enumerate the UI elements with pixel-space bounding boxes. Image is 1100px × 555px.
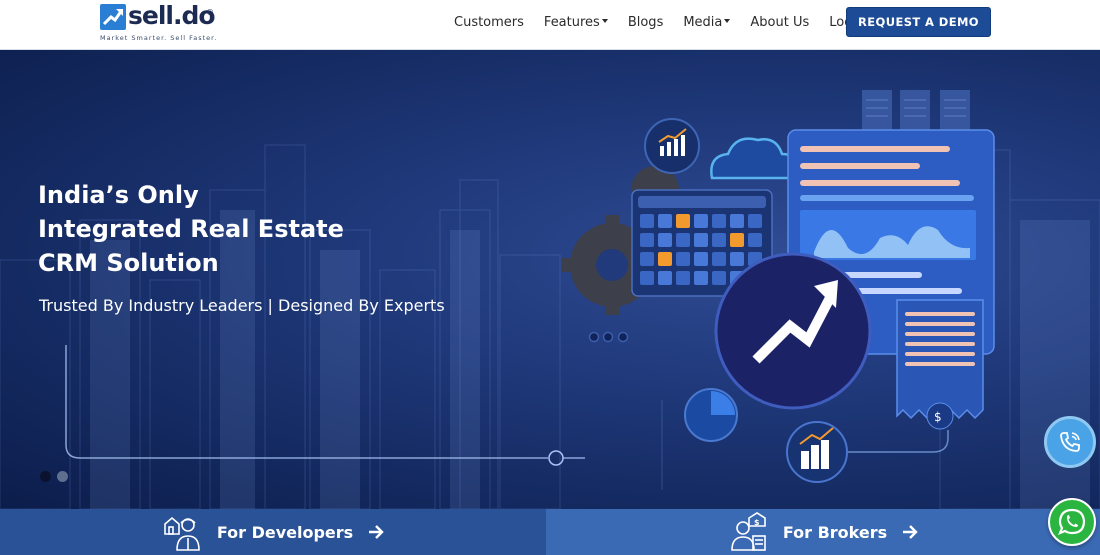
arrow-right-icon (903, 525, 918, 539)
nav-label: Customers (454, 14, 524, 30)
calendar-cell (694, 214, 708, 228)
calendar-cell (658, 214, 672, 228)
calendar-cell (640, 252, 654, 266)
broker-person-icon: $ (731, 512, 766, 551)
brand-tagline: Market Smarter. Sell Faster. (100, 34, 218, 42)
for-brokers-button[interactable]: $ For Brokers (546, 509, 1100, 555)
brand-logo[interactable]: sell.do ® Market Smarter. Sell Faster. (100, 1, 220, 44)
calendar-cell (640, 271, 654, 285)
developer-person-icon (164, 516, 200, 551)
slider-pagination (40, 471, 74, 482)
registered-mark: ® (206, 8, 214, 17)
calendar-cell (676, 214, 690, 228)
nav-item-features[interactable]: Features (544, 15, 608, 30)
calendar-cell (658, 252, 672, 266)
calendar-cell (676, 252, 690, 266)
calendar-cell (748, 214, 762, 228)
audience-bar: For Developers $ For Brokers (0, 509, 1100, 555)
hero-banner: $ India’s Only Integrated Real Estate CR… (0, 50, 1100, 509)
caret-down-icon (724, 19, 731, 23)
calendar-cell (676, 271, 690, 285)
hero-title-line: Integrated Real Estate (38, 215, 344, 243)
calendar-cell (658, 233, 672, 247)
calendar-cell (658, 271, 672, 285)
hero-title: India’s Only Integrated Real Estate CRM … (38, 178, 344, 280)
site-header: sell.do ® Market Smarter. Sell Faster. C… (0, 0, 1100, 50)
for-developers-label: For Developers (216, 522, 354, 542)
svg-text:$: $ (754, 518, 760, 527)
main-nav: Customers Features Blogs Media About Us … (454, 0, 884, 44)
calendar-cell (730, 233, 744, 247)
nav-item-media[interactable]: Media (683, 14, 731, 30)
slide-dot-1[interactable] (40, 471, 51, 482)
call-button[interactable] (1044, 416, 1096, 468)
calendar-cell (694, 252, 708, 266)
nav-label: About Us (750, 14, 810, 30)
for-brokers-label: For Brokers (782, 522, 888, 542)
calendar-cell (712, 271, 726, 285)
nav-item-about-us[interactable]: About Us (750, 15, 809, 30)
brand-name: sell.do (128, 1, 216, 30)
slide-dot-2[interactable] (57, 471, 68, 482)
hero-title-line: India’s Only (38, 181, 199, 209)
calendar-cell (694, 233, 708, 247)
nav-item-customers[interactable]: Customers (454, 15, 524, 30)
calendar-cell (712, 252, 726, 266)
phone-call-icon (1060, 432, 1080, 452)
calendar-cell (640, 233, 654, 247)
whatsapp-button[interactable] (1048, 498, 1096, 546)
calendar-cell (730, 252, 744, 266)
hero-subtitle: Trusted By Industry Leaders | Designed B… (39, 296, 445, 315)
for-developers-button[interactable]: For Developers (0, 509, 546, 555)
calendar-cell (676, 233, 690, 247)
request-demo-button[interactable]: REQUEST A DEMO (846, 7, 991, 37)
nav-label: Features (543, 14, 600, 30)
calendar-cell (694, 271, 708, 285)
calendar-cell (730, 214, 744, 228)
hero-title-line: CRM Solution (38, 249, 219, 277)
svg-text:$: $ (934, 410, 942, 424)
arrow-right-icon (369, 525, 384, 539)
calendar-cell (712, 214, 726, 228)
rising-arrow-logo-icon (100, 4, 126, 30)
nav-label: Blogs (627, 14, 664, 30)
calendar-cell (748, 233, 762, 247)
calendar-cell (640, 214, 654, 228)
calendar-cell (712, 233, 726, 247)
nav-label: Media (683, 14, 723, 30)
whatsapp-icon (1058, 508, 1086, 535)
caret-down-icon (601, 19, 608, 23)
nav-item-blogs[interactable]: Blogs (628, 15, 664, 30)
